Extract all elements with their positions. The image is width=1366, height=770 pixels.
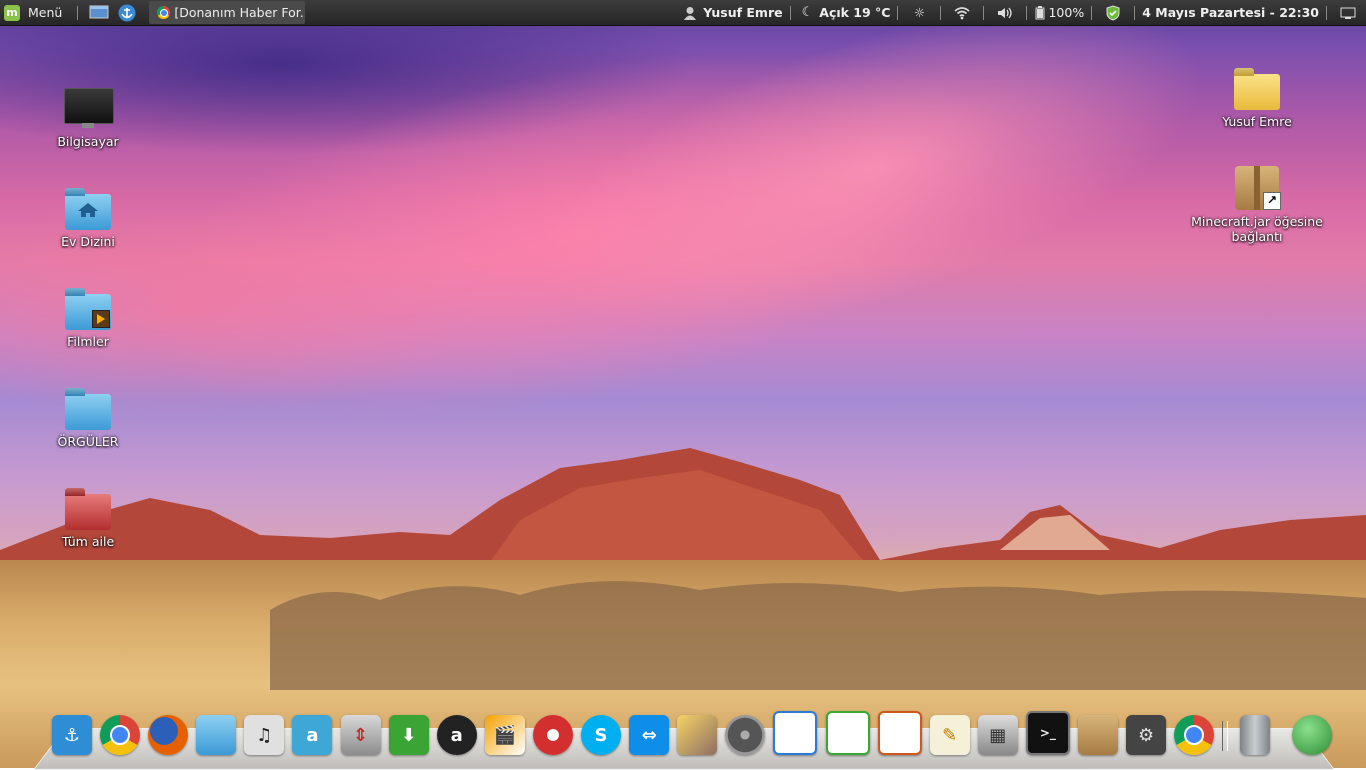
dock-calc-icon[interactable] [825,711,870,755]
dock-chrome-icon[interactable] [100,715,141,755]
mint-logo-icon: m [4,4,20,21]
workspace-icon[interactable] [1338,4,1358,22]
dock-calculator-icon[interactable]: ▦ [977,715,1018,755]
volume-icon[interactable] [995,4,1015,22]
desktop-icon-videos[interactable]: Filmler [33,286,143,349]
user-folder-icon [1233,66,1281,110]
desktop-icon-label: Tüm aile [61,534,115,549]
folder-icon [64,386,112,430]
panel-separator [1134,5,1136,20]
menu-label: Menü [28,5,63,20]
dock-film-reel-icon[interactable] [725,715,766,755]
dock-text-editor-icon[interactable]: ✎ [929,715,970,755]
dock-files-icon[interactable] [196,715,237,755]
dock-azureus-icon[interactable]: a [292,715,333,755]
desktop-icon-home[interactable]: Ev Dizini [33,186,143,249]
dock-separator [1222,721,1229,751]
panel-separator [1026,5,1028,20]
panel-separator [897,5,899,20]
panel-separator [940,5,942,20]
dock-chrome-2-icon[interactable] [1174,715,1215,755]
weather-text: Açık 19 °C [819,5,891,20]
dock-photo-viewer-icon[interactable] [677,715,718,755]
taskbar-window-chrome[interactable]: [Donanım Haber For... [149,1,306,24]
anchor-launcher-icon[interactable] [117,4,137,22]
user-applet[interactable]: Yusuf Emre [683,5,783,20]
desktop-icon-label: ÖRGÜLER [57,434,119,449]
dock-anchor-icon[interactable]: ⚓ [52,715,92,755]
dock-firefox-icon[interactable] [148,715,189,755]
panel-separator [1091,5,1093,20]
panel-separator [983,5,985,20]
dock-terminal-icon[interactable]: >_ [1025,711,1070,755]
moon-icon: ☾ [801,5,814,20]
dock-clapper-icon[interactable]: 🎬 [484,715,525,755]
brightness-icon[interactable]: ☼ [909,4,929,22]
desktop-icon-minecraft-link[interactable]: ↗ Minecraft.jar öğesine bağlantı [1182,166,1332,244]
taskbar-window-title: [Donanım Haber For... [174,5,306,20]
desktop-icon-label: Bilgisayar [57,134,119,149]
desktop-icon-label: Filmler [67,334,109,349]
package-shortcut-icon: ↗ [1233,166,1281,210]
wifi-icon[interactable] [952,4,972,22]
desktop-icon-computer[interactable]: Bilgisayar [33,86,143,149]
videos-folder-icon [64,286,112,330]
dock-download-icon[interactable]: ⬇ [388,715,429,755]
dock-trash-icon[interactable] [1240,715,1271,755]
clock-datetime[interactable]: 4 Mayıs Pazartesi - 22:30 [1142,5,1319,20]
dock-writer-icon[interactable] [773,711,818,755]
computer-icon [64,86,114,130]
weather-applet[interactable]: ☾ Açık 19 °C [798,5,891,20]
dock-impress-icon[interactable] [877,711,922,755]
desktop-icon-label: Yusuf Emre [1222,114,1292,129]
top-panel: m Menü [Donanım Haber For... Yusuf Emre … [0,0,1366,26]
dock-skype-icon[interactable]: S [581,715,622,755]
dock-settings-icon[interactable]: ⚙ [1126,715,1167,755]
battery-icon [1035,5,1045,19]
dock-disc-burner-icon[interactable] [532,715,573,755]
panel-separator [789,5,791,20]
user-icon [684,6,697,20]
panel-separator [1326,5,1327,20]
home-folder-icon [64,186,112,230]
user-name: Yusuf Emre [703,5,783,20]
desktop-icon-orguler[interactable]: ÖRGÜLER [33,386,143,449]
shortcut-arrow-icon: ↗ [1263,192,1281,210]
dock-music-icon[interactable]: ♫ [244,715,285,755]
battery-applet[interactable]: 100% [1034,5,1084,20]
dock-green-orb-icon[interactable] [1292,715,1333,755]
red-folder-icon [64,486,112,530]
desktop-icon-tum-aile[interactable]: Tüm aile [33,486,143,549]
desktop-icon-user-folder[interactable]: Yusuf Emre [1202,66,1312,129]
dock-teamviewer-icon[interactable]: ⇔ [629,715,670,755]
menu-button[interactable]: m Menü [0,0,70,25]
show-desktop-icon[interactable] [89,4,109,22]
desktop-icon-label: bağlantı [1231,229,1283,244]
desktop-icon-label: Minecraft.jar öğesine [1191,214,1323,229]
desktop-icon-label: Ev Dizini [61,234,115,249]
update-shield-icon[interactable] [1103,4,1123,22]
dock: ⚓ ♫ a ⇕ ⬇ a 🎬 S ⇔ ✎ ▦ >_ ⚙ [52,711,1340,755]
dock-amarok-icon[interactable]: a [436,715,477,755]
chrome-icon [157,6,171,19]
panel-separator [77,5,79,20]
battery-percent: 100% [1048,5,1085,20]
dock-archive-icon[interactable] [1077,715,1118,755]
desktop-wallpaper [0,0,1366,768]
dock-installer-icon[interactable]: ⇕ [340,715,381,755]
